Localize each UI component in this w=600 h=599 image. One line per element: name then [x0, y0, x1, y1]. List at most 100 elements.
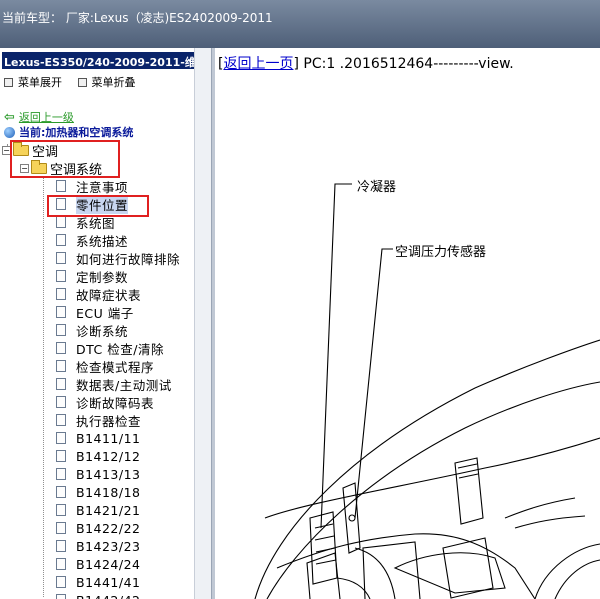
component-location-diagram: [254, 183, 600, 599]
tree-node-ac-system[interactable]: − 空调系统: [20, 159, 102, 178]
book-title: Lexus-ES350/240-2009-2011-维修: [2, 52, 194, 69]
tree-leaf-item[interactable]: B1422/22: [56, 519, 141, 537]
document-icon: [56, 360, 66, 372]
document-icon: [56, 576, 66, 588]
tree-leaf-item[interactable]: 系统图: [56, 213, 115, 231]
document-icon: [56, 504, 66, 516]
tree-leaf-label: B1411/11: [76, 430, 141, 446]
tree-leaf-item[interactable]: 诊断故障码表: [56, 393, 154, 411]
document-icon: [56, 540, 66, 552]
collapse-toggle-icon[interactable]: −: [2, 146, 11, 155]
expand-icon: [4, 77, 13, 87]
document-icon: [56, 468, 66, 480]
document-icon: [56, 216, 66, 228]
document-icon: [56, 234, 66, 246]
grille-right: [362, 541, 421, 599]
tree-leaf-label: ECU 端子: [76, 305, 134, 321]
document-icon: [56, 558, 66, 570]
document-icon: [56, 432, 66, 444]
document-icon: [56, 396, 66, 408]
expand-menu-button[interactable]: 菜单展开: [4, 74, 62, 90]
document-icon: [56, 288, 66, 300]
tree-leaf-item[interactable]: 如何进行故障排除: [56, 249, 180, 267]
document-icon: [56, 342, 66, 354]
back-to-parent-link[interactable]: ⇦ 返回上一级: [4, 109, 74, 125]
folder-open-icon: [13, 142, 29, 156]
tree-leaf-label: B1442/42: [76, 593, 141, 599]
document-icon: [56, 522, 66, 534]
tree-leaf-item[interactable]: B1421/21: [56, 501, 141, 519]
content-pane: [返回上一页] PC:1 .2016512464---------view. 冷…: [215, 48, 600, 599]
current-section: 当前:加热器和空调系统: [4, 124, 133, 140]
tree-leaf-label: 执行器检查: [76, 413, 142, 429]
tree-line: [43, 176, 44, 597]
back-arrow-icon: ⇦: [4, 109, 15, 125]
tree-leaf-item[interactable]: 数据表/主动测试: [56, 375, 172, 393]
document-icon: [56, 198, 66, 210]
globe-icon: [4, 126, 15, 138]
tree-leaf-item[interactable]: B1413/13: [56, 465, 141, 483]
sensor-leader-line: [354, 248, 393, 519]
tree-leaf-item[interactable]: B1442/42: [56, 591, 141, 599]
tree-leaf-item[interactable]: B1412/12: [56, 447, 141, 465]
tree-leaf-item[interactable]: B1411/11: [56, 429, 141, 447]
document-icon: [56, 486, 66, 498]
tree-leaf-label: 注意事项: [76, 179, 129, 195]
window-title: 当前车型： 厂家:Lexus（凌志)ES2402009-2011: [2, 11, 273, 25]
collapse-icon: [77, 77, 87, 87]
condenser-leader-line: [320, 183, 352, 529]
tree-leaf-item[interactable]: B1441/41: [56, 573, 141, 591]
tree-leaf-label: B1441/41: [76, 574, 141, 590]
tree-leaf-item[interactable]: 检查模式程序: [56, 357, 154, 375]
document-icon: [56, 324, 66, 336]
tree-leaf-item[interactable]: B1418/18: [56, 483, 141, 501]
tree-leaf-item[interactable]: 系统描述: [56, 231, 128, 249]
navigation-pane: Lexus-ES350/240-2009-2011-维修 菜单展开 菜单折叠 ⇦…: [0, 48, 212, 599]
tree-leaf-item[interactable]: B1424/24: [56, 555, 141, 573]
tree-leaf-label: 如何进行故障排除: [76, 251, 181, 267]
window-title-bar: 当前车型： 厂家:Lexus（凌志)ES2402009-2011: [0, 0, 600, 48]
tree-node-ac[interactable]: − 空调: [2, 141, 58, 160]
tree-leaf-item[interactable]: 零件位置: [56, 194, 129, 214]
tree-leaf-label: B1422/22: [76, 520, 141, 536]
document-icon: [56, 306, 66, 318]
tree-leaf-label: 数据表/主动测试: [76, 377, 172, 393]
tree-leaf-label: B1413/13: [76, 466, 141, 482]
document-icon: [56, 450, 66, 462]
tree-leaf-label: 诊断系统: [76, 323, 129, 339]
tree-leaf-item[interactable]: 执行器检查: [56, 411, 141, 429]
tree-toolbar: 菜单展开 菜单折叠: [4, 74, 148, 90]
document-icon: [56, 378, 66, 390]
tree-leaf-label: B1412/12: [76, 448, 141, 464]
tree-leaf-label: 检查模式程序: [76, 359, 155, 375]
tree-leaf-item[interactable]: 诊断系统: [56, 321, 128, 339]
tree-leaf-label: 故障症状表: [76, 287, 142, 303]
tree-leaf-label: DTC 检查/清除: [76, 341, 164, 357]
wheel-arch: [534, 543, 600, 599]
tree-leaf-label: 定制参数: [76, 269, 129, 285]
document-icon: [56, 414, 66, 426]
tree-leaf-label: B1424/24: [76, 556, 141, 572]
tree-leaf-item[interactable]: 故障症状表: [56, 285, 141, 303]
tree-leaf-item[interactable]: B1423/23: [56, 537, 141, 555]
tree-leaf-label: B1423/23: [76, 538, 141, 554]
tree-leaf-label: B1418/18: [76, 484, 141, 500]
tree-leaf-label: 系统图: [76, 215, 116, 231]
collapse-menu-button[interactable]: 菜单折叠: [77, 74, 136, 90]
tree-leaf-item[interactable]: DTC 检查/清除: [56, 339, 164, 357]
document-icon: [56, 252, 66, 264]
tree-leaf-label: 零件位置: [76, 194, 129, 214]
hood-outline: [254, 339, 600, 599]
folder-open-icon: [31, 160, 47, 174]
tree-leaf-item[interactable]: 定制参数: [56, 267, 128, 285]
document-icon: [56, 594, 66, 599]
tree-leaf-label: B1421/21: [76, 502, 141, 518]
collapse-toggle-icon[interactable]: −: [20, 164, 29, 173]
tree-leaf-label: 系统描述: [76, 233, 129, 249]
tree-leaf-item[interactable]: 注意事项: [56, 177, 128, 195]
relay-block: [442, 537, 494, 599]
document-icon: [56, 180, 66, 192]
document-icon: [56, 270, 66, 282]
tree-leaf-item[interactable]: ECU 端子: [56, 303, 134, 321]
tree-scrollbar[interactable]: [194, 48, 211, 599]
